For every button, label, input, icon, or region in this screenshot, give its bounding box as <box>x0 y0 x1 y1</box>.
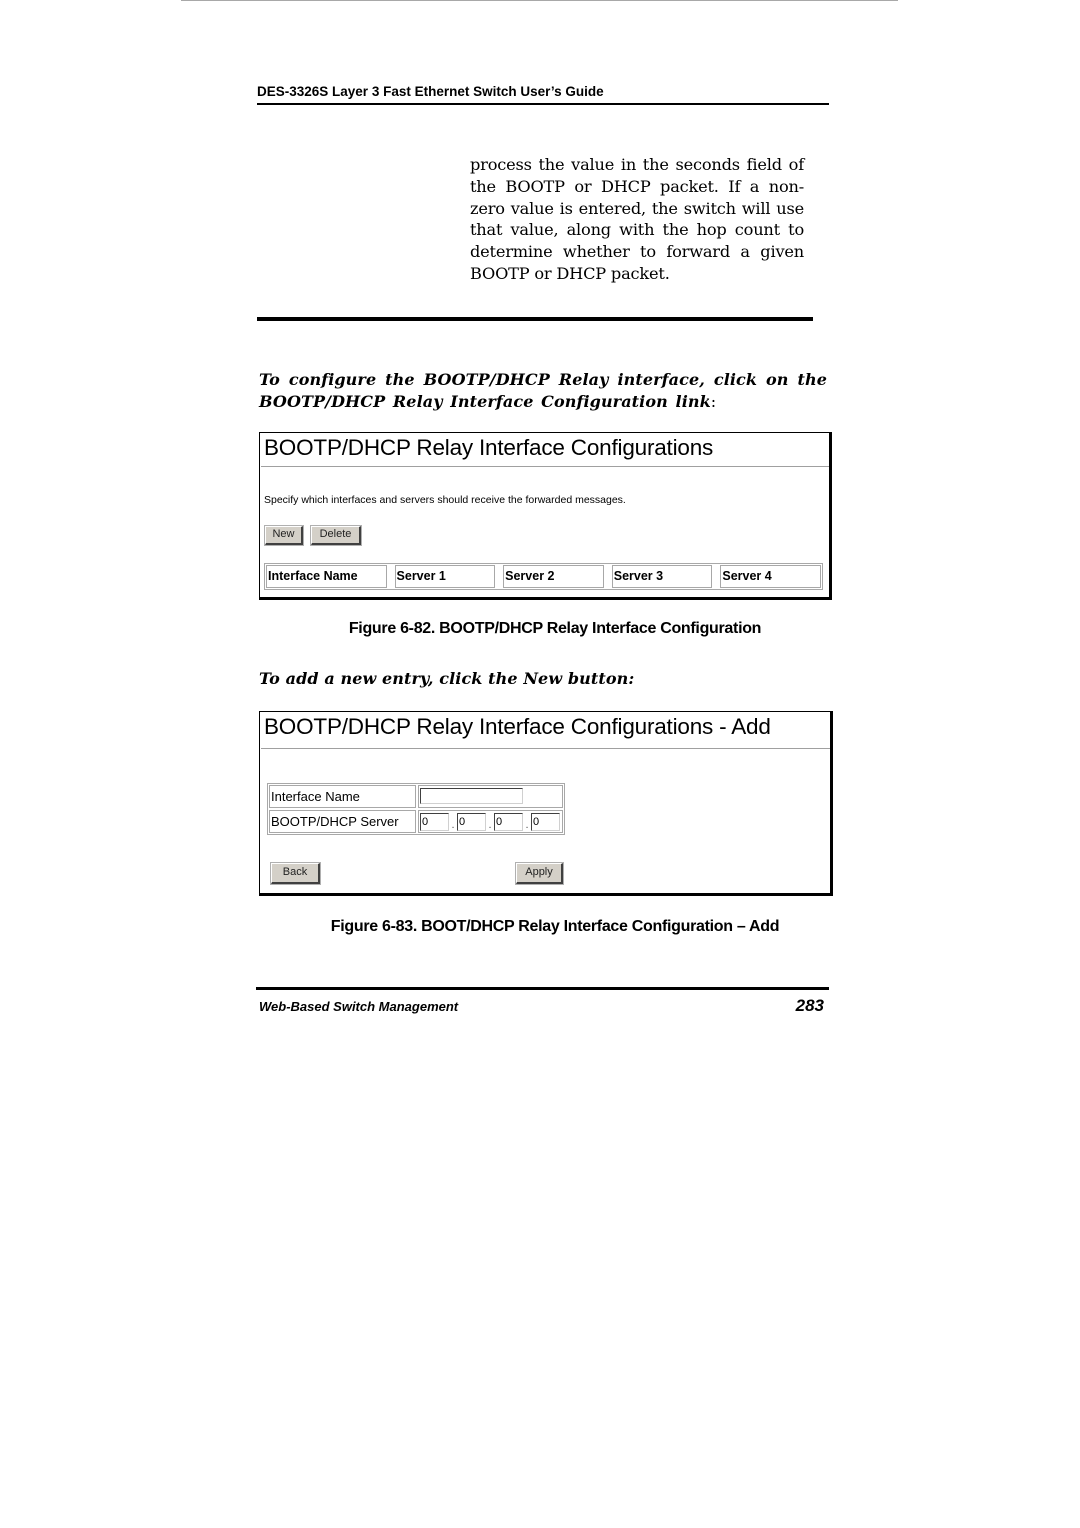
instruction-configure-suffix: : <box>710 392 717 411</box>
server-ip-octet-4[interactable] <box>531 813 560 831</box>
server-cell: . . . <box>418 810 563 833</box>
interface-table-header: Interface Name Server 1 Server 2 Server … <box>264 563 823 590</box>
figure-caption-6-83: Figure 6-83. BOOT/DHCP Relay Interface C… <box>330 918 780 935</box>
interface-name-label: Interface Name <box>269 785 416 808</box>
ip-separator: . <box>488 819 492 831</box>
add-entry-form: Interface Name BOOTP/DHCP Server . . . <box>267 783 565 835</box>
server-label: BOOTP/DHCP Server <box>269 810 416 833</box>
relay-config-panel: BOOTP/DHCP Relay Interface Configuration… <box>259 432 832 600</box>
page-number: 283 <box>795 996 824 1015</box>
server-ip-octet-2[interactable] <box>457 813 486 831</box>
column-header-server-1: Server 1 <box>394 565 496 588</box>
server-ip-octet-1[interactable] <box>420 813 449 831</box>
column-header-interface-name: Interface Name <box>266 565 387 588</box>
title-divider <box>261 466 829 467</box>
interface-name-input[interactable] <box>420 788 523 804</box>
instruction-configure-text: To configure the BOOTP/DHCP Relay interf… <box>259 370 827 411</box>
title-divider <box>261 748 830 749</box>
column-header-server-3: Server 3 <box>611 565 713 588</box>
footer-section-title: Web-Based Switch Management <box>259 999 459 1014</box>
body-paragraph: process the value in the seconds field o… <box>470 155 804 283</box>
panel-description: Specify which interfaces and servers sho… <box>264 494 626 506</box>
instruction-configure: To configure the BOOTP/DHCP Relay interf… <box>259 369 827 413</box>
running-header: DES-3326S Layer 3 Fast Ethernet Switch U… <box>257 84 829 105</box>
interface-name-cell <box>418 785 563 808</box>
column-header-server-2: Server 2 <box>503 565 604 588</box>
delete-button[interactable]: Delete <box>310 525 362 546</box>
server-ip-octet-3[interactable] <box>494 813 523 831</box>
panel-title: BOOTP/DHCP Relay Interface Configuration… <box>264 714 771 739</box>
form-row-interface-name: Interface Name <box>269 785 563 808</box>
section-divider <box>257 317 813 321</box>
figure-caption-6-82: Figure 6-82. BOOTP/DHCP Relay Interface … <box>348 620 762 637</box>
column-header-server-4: Server 4 <box>720 565 821 588</box>
page-top-rule <box>181 0 898 1</box>
server-ip-address: . . . <box>420 813 560 831</box>
footer-rule <box>256 987 829 990</box>
ip-separator: . <box>525 819 529 831</box>
apply-button[interactable]: Apply <box>515 862 564 885</box>
form-row-server: BOOTP/DHCP Server . . . <box>269 810 563 833</box>
new-button[interactable]: New <box>264 525 304 546</box>
relay-config-add-panel: BOOTP/DHCP Relay Interface Configuration… <box>259 711 833 896</box>
panel-title: BOOTP/DHCP Relay Interface Configuration… <box>264 435 714 460</box>
back-button[interactable]: Back <box>270 862 321 885</box>
instruction-add-entry: To add a new entry, click the New button… <box>259 669 635 688</box>
ip-separator: . <box>451 819 455 831</box>
